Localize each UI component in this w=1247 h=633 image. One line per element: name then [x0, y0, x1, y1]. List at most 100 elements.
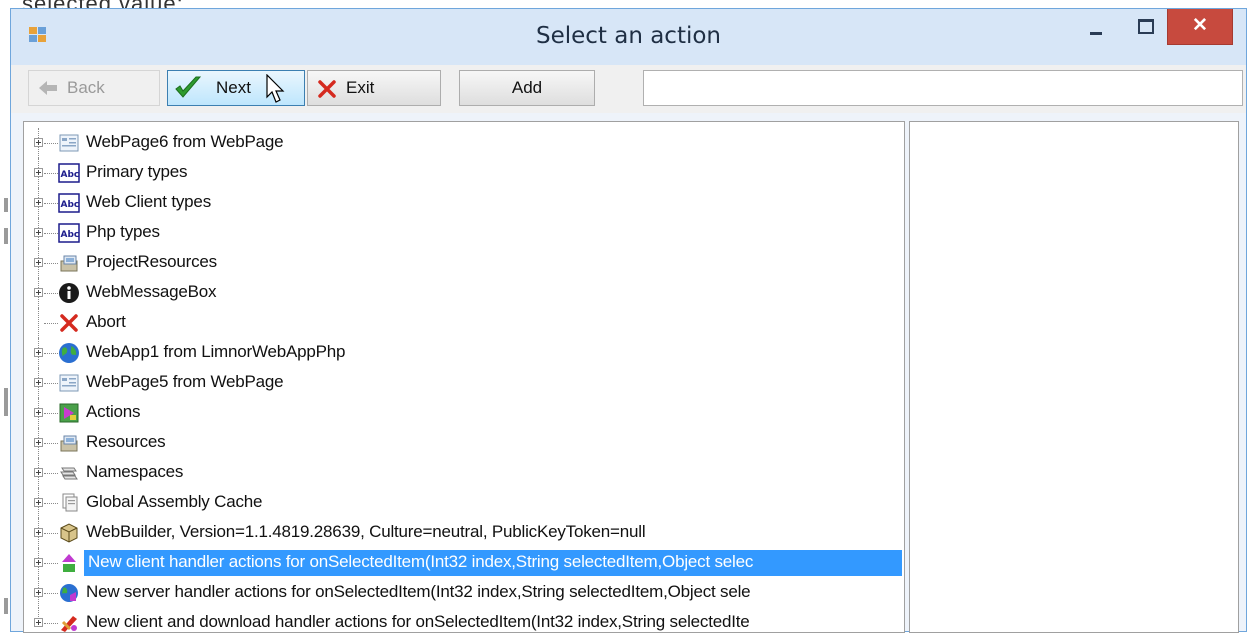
tree-connector-dots	[44, 143, 58, 144]
tree-item[interactable]: New client and download handler actions …	[24, 608, 904, 632]
info-icon	[58, 282, 80, 304]
svg-text:Abc: Abc	[61, 200, 80, 210]
tree-connector-dots	[44, 323, 58, 324]
minimize-button[interactable]	[1079, 9, 1115, 45]
expand-toggle-icon[interactable]	[34, 168, 43, 177]
background-edge-marks	[0, 0, 10, 632]
download-handler-icon	[58, 612, 80, 632]
tree-item[interactable]: Global Assembly Cache	[24, 488, 904, 518]
expand-toggle-icon[interactable]	[34, 378, 43, 387]
tree-item[interactable]: Abc Web Client types	[24, 188, 904, 218]
toolbar-text-input[interactable]	[643, 70, 1243, 106]
server-handler-icon	[58, 582, 80, 604]
tree-item-label: New client and download handler actions …	[86, 612, 750, 631]
expand-toggle-icon[interactable]	[34, 348, 43, 357]
tree-item-label: Abort	[86, 312, 126, 331]
add-button[interactable]: Add	[459, 70, 595, 106]
back-label: Back	[67, 78, 105, 97]
resources-icon	[58, 432, 80, 454]
tree-connector-dots	[44, 443, 58, 444]
abc-type-icon: Abc	[58, 192, 80, 214]
tree-item-label: Primary types	[86, 162, 188, 181]
window-title: Select an action	[535, 23, 722, 49]
tree-connector-dots	[44, 173, 58, 174]
action-tree[interactable]: WebPage6 from WebPage Abc Primary types Abc…	[23, 121, 905, 633]
expand-toggle-icon[interactable]	[34, 558, 43, 567]
expand-toggle-icon[interactable]	[34, 138, 43, 147]
tree-connector-dots	[44, 533, 58, 534]
expand-toggle-icon[interactable]	[34, 198, 43, 207]
green-checkmark-icon	[175, 76, 202, 98]
toolbar: Back Next Exit Add	[11, 65, 1246, 113]
mouse-cursor-icon	[266, 74, 285, 103]
expand-toggle-icon[interactable]	[34, 408, 43, 417]
maximize-button[interactable]	[1127, 9, 1163, 45]
tree-item-label: WebPage6 from WebPage	[86, 132, 284, 151]
title-bar[interactable]: Select an action	[11, 9, 1246, 65]
tree-connector-dots	[44, 473, 58, 474]
expand-toggle-icon[interactable]	[34, 618, 43, 627]
tree-connector-dots	[44, 293, 58, 294]
webpage-icon	[58, 372, 80, 394]
expand-toggle-icon[interactable]	[34, 438, 43, 447]
client-handler-icon	[58, 552, 80, 574]
red-x-icon	[318, 80, 336, 98]
tree-connector-dots	[44, 593, 58, 594]
tree-item-label: Resources	[86, 432, 166, 451]
tree-item[interactable]: Namespaces	[24, 458, 904, 488]
abc-type-icon: Abc	[58, 222, 80, 244]
expand-toggle-icon[interactable]	[34, 588, 43, 597]
expand-toggle-icon[interactable]	[34, 528, 43, 537]
exit-label: Exit	[346, 78, 375, 97]
tree-item[interactable]: WebPage6 from WebPage	[24, 128, 904, 158]
tree-item-label: ProjectResources	[86, 252, 217, 271]
add-label: Add	[511, 78, 543, 97]
tree-item-label: Php types	[86, 222, 160, 241]
abc-type-icon: Abc	[58, 162, 80, 184]
tree-connector-dots	[44, 203, 58, 204]
tree-item[interactable]: Abc Php types	[24, 218, 904, 248]
tree-item-label: WebPage5 from WebPage	[86, 372, 284, 391]
red-x-icon	[58, 312, 80, 334]
tree-item-label: WebMessageBox	[86, 282, 217, 301]
tree-item[interactable]: Actions	[24, 398, 904, 428]
assembly-cache-icon	[58, 492, 80, 514]
tree-item-label: Namespaces	[86, 462, 184, 481]
tree-item[interactable]: Resources	[24, 428, 904, 458]
expand-toggle-icon[interactable]	[34, 498, 43, 507]
svg-text:Abc: Abc	[61, 170, 80, 180]
tree-item-label: Actions	[86, 402, 141, 421]
back-arrow-icon	[39, 81, 57, 95]
tree-item[interactable]: New server handler actions for onSelecte…	[24, 578, 904, 608]
expand-toggle-icon[interactable]	[34, 288, 43, 297]
tree-item[interactable]: New client handler actions for onSelecte…	[24, 548, 904, 578]
tree-item[interactable]: WebApp1 from LimnorWebAppPhp	[24, 338, 904, 368]
tree-item-label: New server handler actions for onSelecte…	[86, 582, 751, 601]
tree-connector-dots	[44, 263, 58, 264]
description-panel	[909, 121, 1239, 633]
tree-item-label: WebApp1 from LimnorWebAppPhp	[86, 342, 346, 361]
tree-item[interactable]: WebBuilder, Version=1.1.4819.28639, Cult…	[24, 518, 904, 548]
webpage-icon	[58, 132, 80, 154]
back-button[interactable]: Back	[28, 70, 160, 106]
package-icon	[58, 522, 80, 544]
globe-icon	[58, 342, 80, 364]
tree-item-label: New client handler actions for onSelecte…	[86, 550, 756, 574]
expand-toggle-icon[interactable]	[34, 258, 43, 267]
tree-connector-dots	[44, 233, 58, 234]
namespaces-icon	[58, 462, 80, 484]
tree-item[interactable]: WebMessageBox	[24, 278, 904, 308]
exit-button[interactable]: Exit	[307, 70, 441, 106]
tree-item[interactable]: Abort	[24, 308, 904, 338]
next-label: Next	[216, 78, 251, 97]
tree-connector-dots	[44, 353, 58, 354]
tree-item[interactable]: ProjectResources	[24, 248, 904, 278]
expand-toggle-icon[interactable]	[34, 468, 43, 477]
actions-icon	[58, 402, 80, 424]
tree-item[interactable]: WebPage5 from WebPage	[24, 368, 904, 398]
close-button[interactable]	[1167, 9, 1233, 45]
expand-toggle-icon[interactable]	[34, 228, 43, 237]
select-action-dialog: Select an action Back Next Exit Add	[10, 8, 1247, 633]
tree-item[interactable]: Abc Primary types	[24, 158, 904, 188]
tree-item-label: Global Assembly Cache	[86, 492, 263, 511]
